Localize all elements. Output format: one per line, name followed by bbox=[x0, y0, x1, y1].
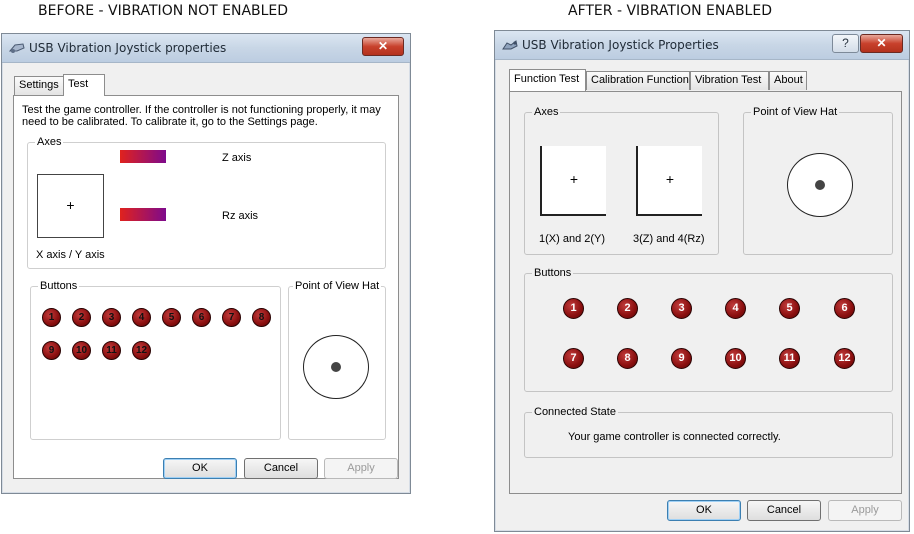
joystick-button-1: 1 bbox=[42, 308, 61, 327]
after-caption: AFTER - VIBRATION ENABLED bbox=[568, 3, 772, 19]
joystick-button-3: 3 bbox=[102, 308, 121, 327]
joystick-button-5: 5 bbox=[162, 308, 181, 327]
joystick-button-2: 2 bbox=[617, 298, 638, 319]
xy-axis-label: X axis / Y axis bbox=[36, 249, 105, 261]
rz-axis-label: Rz axis bbox=[222, 210, 259, 222]
left-apply-button[interactable]: Apply bbox=[324, 458, 398, 479]
tab-function-test[interactable]: Function Test bbox=[509, 69, 586, 91]
tab-vibration-test[interactable]: Vibration Test bbox=[690, 71, 769, 90]
z-axis-bar bbox=[120, 150, 166, 163]
help-icon: ? bbox=[842, 36, 849, 50]
joystick-button-10: 10 bbox=[725, 348, 746, 369]
left-properties-window: USB Vibration Joystick properties ✕ Sett… bbox=[1, 33, 411, 494]
buttons-legend: Buttons bbox=[38, 280, 80, 292]
joystick-button-6: 6 bbox=[834, 298, 855, 319]
joystick-button-12: 12 bbox=[834, 348, 855, 369]
buttons-legend: Buttons bbox=[532, 267, 574, 279]
tab-about[interactable]: About bbox=[769, 71, 807, 90]
joystick-button-8: 8 bbox=[252, 308, 271, 327]
pov-hat-indicator bbox=[331, 362, 341, 372]
tab-test[interactable]: Test bbox=[63, 74, 105, 96]
joystick-button-11: 11 bbox=[779, 348, 800, 369]
joystick-button-8: 8 bbox=[617, 348, 638, 369]
close-icon: ✕ bbox=[377, 39, 389, 53]
left-buttons-group: Buttons bbox=[30, 280, 281, 440]
joystick-button-6: 6 bbox=[192, 308, 211, 327]
axis-1-2-box: + bbox=[540, 146, 606, 216]
right-tab-strip: Function Test Calibration Function Vibra… bbox=[509, 69, 809, 91]
crosshair-icon: + bbox=[66, 197, 75, 214]
pov-legend: Point of View Hat bbox=[751, 106, 840, 118]
axis-1-2-label: 1(X) and 2(Y) bbox=[539, 233, 606, 245]
left-test-panel: Test the game controller. If the control… bbox=[13, 95, 399, 479]
rz-axis-bar bbox=[120, 208, 166, 221]
left-cancel-button[interactable]: Cancel bbox=[244, 458, 318, 479]
pov-legend: Point of View Hat bbox=[293, 280, 382, 292]
pov-hat-indicator bbox=[815, 180, 825, 190]
joystick-button-9: 9 bbox=[671, 348, 692, 369]
tab-calibration-function[interactable]: Calibration Function bbox=[586, 71, 690, 90]
right-titlebar[interactable]: USB Vibration Joystick Properties ? ✕ bbox=[495, 31, 909, 60]
left-close-button[interactable]: ✕ bbox=[362, 37, 404, 56]
right-ok-button[interactable]: OK bbox=[667, 500, 741, 521]
joystick-button-4: 4 bbox=[132, 308, 151, 327]
joystick-app-icon bbox=[502, 40, 518, 50]
connection-status-message: Your game controller is connected correc… bbox=[568, 431, 781, 443]
axes-legend: Axes bbox=[532, 106, 561, 118]
joystick-app-icon bbox=[9, 43, 25, 53]
left-ok-button[interactable]: OK bbox=[163, 458, 237, 479]
connected-state-legend: Connected State bbox=[532, 406, 618, 418]
z-axis-label: Z axis bbox=[222, 152, 252, 164]
axis-3-4-label: 3(Z) and 4(Rz) bbox=[633, 233, 705, 245]
joystick-button-5: 5 bbox=[779, 298, 800, 319]
crosshair-icon: + bbox=[665, 171, 675, 188]
joystick-button-7: 7 bbox=[222, 308, 241, 327]
crosshair-icon: + bbox=[569, 171, 579, 188]
right-function-test-panel: Axes + 1(X) and 2(Y) + 3(Z) and 4(Rz) Po… bbox=[509, 91, 902, 494]
tab-settings[interactable]: Settings bbox=[14, 76, 64, 95]
joystick-button-12: 12 bbox=[132, 341, 151, 360]
xy-axis-box: + bbox=[37, 174, 104, 238]
right-window-title: USB Vibration Joystick Properties bbox=[522, 38, 719, 52]
left-titlebar[interactable]: USB Vibration Joystick properties ✕ bbox=[2, 34, 410, 63]
left-window-title: USB Vibration Joystick properties bbox=[29, 41, 227, 55]
joystick-button-4: 4 bbox=[725, 298, 746, 319]
before-caption: BEFORE - VIBRATION NOT ENABLED bbox=[38, 3, 289, 19]
joystick-button-3: 3 bbox=[671, 298, 692, 319]
left-tab-strip: Settings Test bbox=[14, 74, 214, 96]
axis-3-4-box: + bbox=[636, 146, 702, 216]
right-help-button[interactable]: ? bbox=[832, 34, 859, 53]
right-properties-window: USB Vibration Joystick Properties ? ✕ Fu… bbox=[494, 30, 910, 532]
joystick-button-7: 7 bbox=[563, 348, 584, 369]
axes-legend: Axes bbox=[35, 136, 64, 148]
joystick-button-1: 1 bbox=[563, 298, 584, 319]
close-icon: ✕ bbox=[876, 36, 887, 50]
right-close-button[interactable]: ✕ bbox=[860, 34, 903, 53]
joystick-button-11: 11 bbox=[102, 341, 121, 360]
joystick-button-2: 2 bbox=[72, 308, 91, 327]
test-description: Test the game controller. If the control… bbox=[22, 104, 381, 128]
joystick-button-9: 9 bbox=[42, 341, 61, 360]
right-cancel-button[interactable]: Cancel bbox=[747, 500, 821, 521]
joystick-button-10: 10 bbox=[72, 341, 91, 360]
right-buttons-group: Buttons bbox=[524, 267, 893, 392]
right-apply-button[interactable]: Apply bbox=[828, 500, 902, 521]
